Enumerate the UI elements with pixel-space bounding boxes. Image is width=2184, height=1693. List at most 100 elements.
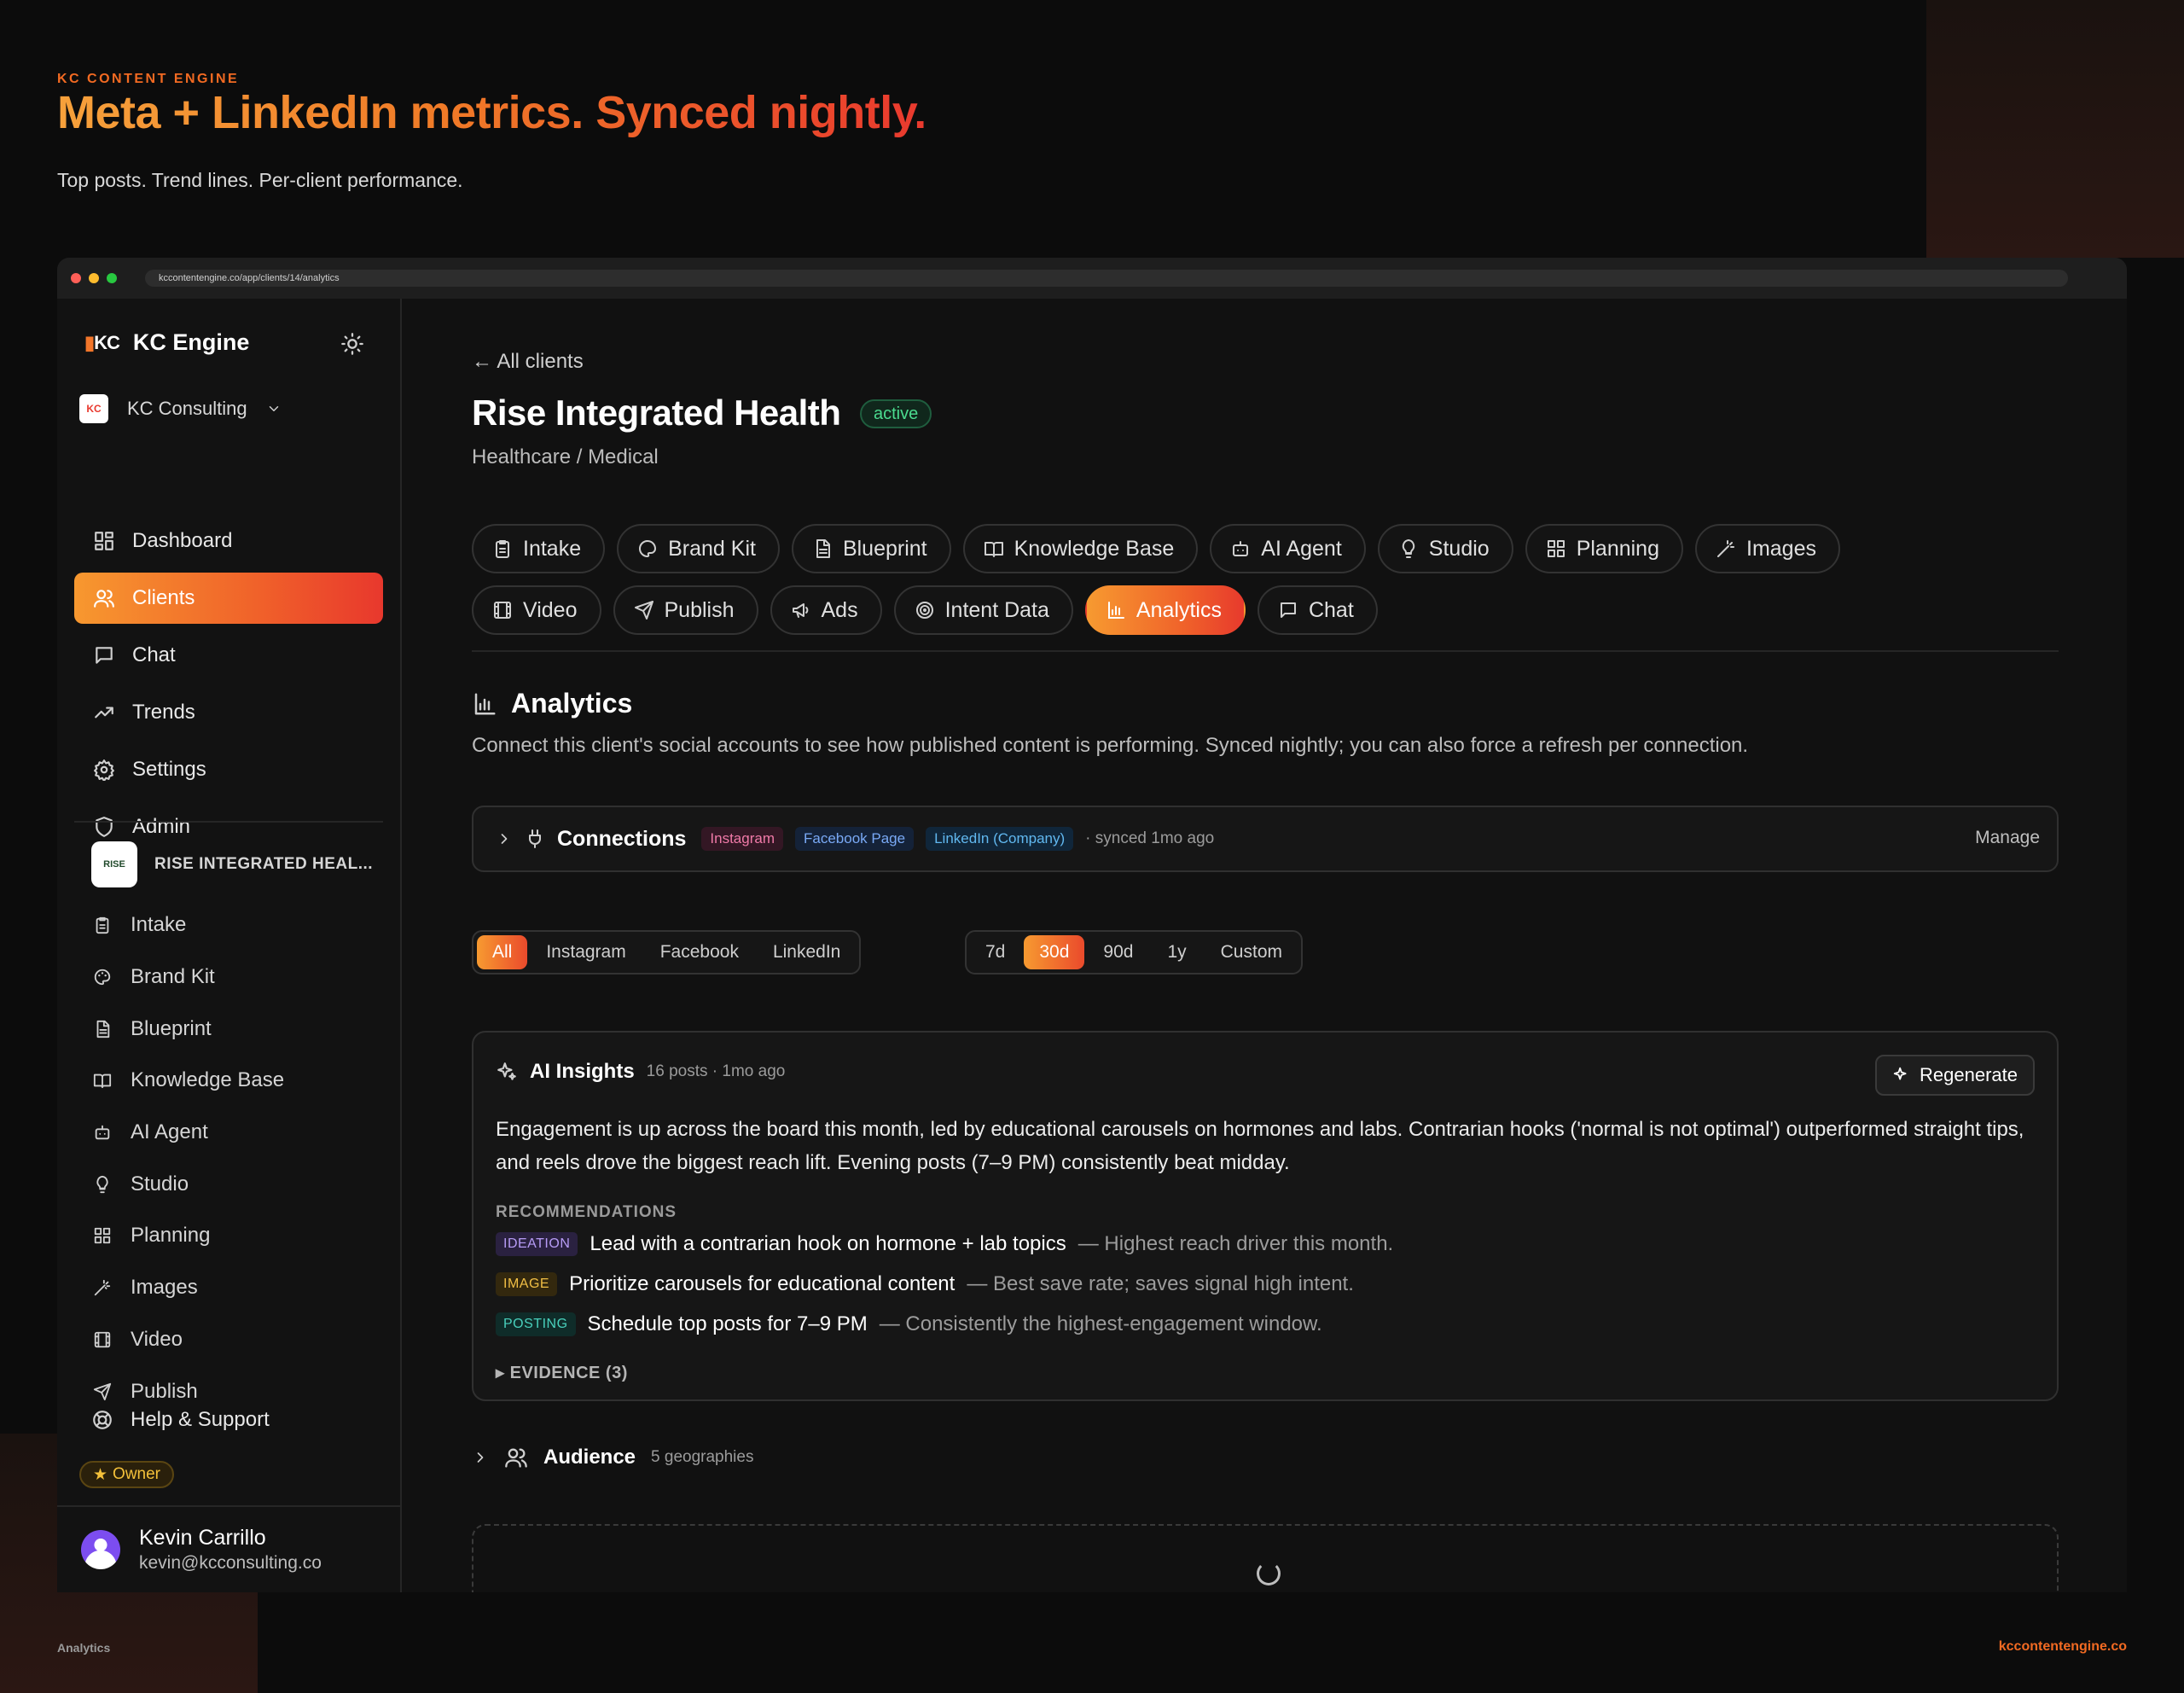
regenerate-button[interactable]: Regenerate (1875, 1055, 2035, 1096)
ai-insights-card: AI Insights 16 posts · 1mo ago Regenerat… (472, 1031, 2059, 1401)
tab-ai-agent[interactable]: AI Agent (1210, 524, 1366, 573)
maximize-dot[interactable] (107, 273, 117, 283)
page-title: Rise Integrated Health (472, 393, 841, 433)
users-icon (94, 590, 114, 608)
nav-item-clients[interactable]: Clients (74, 573, 383, 624)
book-icon (984, 542, 1003, 557)
client-nav: Intake Brand Kit Blueprint Knowledge Bas… (74, 899, 383, 1417)
palette-icon (94, 969, 111, 986)
insights-meta: 16 posts · 1mo ago (646, 1062, 786, 1080)
tab-blueprint[interactable]: Blueprint (791, 524, 951, 573)
client-nav-knowledge-base[interactable]: Knowledge Base (74, 1055, 383, 1107)
brand[interactable]: ▮KC KC Engine (84, 329, 249, 356)
user-email: kevin@kcconsulting.co (139, 1553, 322, 1573)
platform-option-instagram[interactable]: Instagram (531, 935, 641, 969)
nav-label: Dashboard (132, 529, 233, 552)
client-nav-blueprint[interactable]: Blueprint (74, 1003, 383, 1055)
client-nav-brand-kit[interactable]: Brand Kit (74, 951, 383, 1004)
client-switcher[interactable]: RISE RISE INTEGRATED HEAL... (91, 841, 373, 887)
grid-icon (94, 1228, 111, 1244)
footer-domain[interactable]: kccontentengine.co (1999, 1639, 2127, 1655)
tab-label: AI Agent (1261, 536, 1342, 561)
spinner-icon (1257, 1562, 1281, 1585)
section-description: Connect this client's social accounts to… (472, 734, 1749, 757)
client-nav-label: Brand Kit (131, 965, 215, 989)
platform-pill-facebook: Facebook Page (795, 827, 915, 851)
client-nav-intake[interactable]: Intake (74, 899, 383, 951)
nav-item-trends[interactable]: Trends (74, 687, 383, 738)
client-nav-label: Studio (131, 1172, 189, 1196)
tab-planning[interactable]: Planning (1525, 524, 1683, 573)
lifebuoy-icon (93, 1411, 112, 1429)
platform-option-linkedin[interactable]: LinkedIn (758, 935, 856, 969)
tab-ads[interactable]: Ads (770, 585, 882, 635)
platform-option-all[interactable]: All (477, 935, 528, 969)
tab-label: Publish (664, 597, 735, 622)
evidence-label: EVIDENCE (3) (509, 1364, 628, 1382)
org-logo: KC (79, 394, 108, 423)
megaphone-icon (792, 603, 808, 618)
nav-item-settings[interactable]: Settings (74, 744, 383, 795)
help-support-link[interactable]: Help & Support (91, 1408, 270, 1432)
page: KC CONTENT ENGINE Meta + LinkedIn metric… (0, 0, 2184, 1693)
connections-title: Connections (557, 826, 687, 851)
clipboard-icon (96, 917, 109, 934)
tab-chat[interactable]: Chat (1257, 585, 1378, 635)
tab-video[interactable]: Video (472, 585, 601, 635)
tab-intake[interactable]: Intake (472, 524, 606, 573)
trend-icon (95, 707, 113, 719)
minimize-dot[interactable] (89, 273, 99, 283)
brand-name: KC Engine (132, 329, 250, 355)
platform-pill-linkedin: LinkedIn (Company) (926, 827, 1074, 851)
range-option-7d[interactable]: 7d (970, 935, 1020, 969)
platform-option-facebook[interactable]: Facebook (645, 935, 754, 969)
nav-item-chat[interactable]: Chat (74, 630, 383, 681)
main-nav: Dashboard Clients Chat Trends Settings A… (74, 515, 383, 858)
tab-intent-data[interactable]: Intent Data (893, 585, 1073, 635)
connections-panel[interactable]: Connections Instagram Facebook Page Link… (472, 806, 2059, 872)
rec-title: Lead with a contrarian hook on hormone +… (590, 1232, 1066, 1255)
app-window: kccontentengine.co/app/clients/14/analyt… (57, 258, 2127, 1592)
range-option-30d[interactable]: 30d (1024, 935, 1085, 969)
sun-icon[interactable] (340, 332, 364, 356)
sparkles-icon (497, 1062, 516, 1080)
tab-analytics[interactable]: Analytics (1084, 585, 1246, 635)
loading-panel (472, 1524, 2059, 1592)
range-option-90d[interactable]: 90d (1088, 935, 1148, 969)
owner-label: Owner (113, 1465, 161, 1483)
range-option-custom[interactable]: Custom (1205, 935, 1298, 969)
address-bar[interactable]: kccontentengine.co/app/clients/14/analyt… (145, 270, 2068, 287)
client-nav-planning[interactable]: Planning (74, 1210, 383, 1262)
tab-publish[interactable]: Publish (613, 585, 758, 635)
tab-images[interactable]: Images (1695, 524, 1840, 573)
audience-section[interactable]: Audience 5 geographies (472, 1446, 753, 1469)
film-icon (94, 1331, 111, 1348)
nav-item-dashboard[interactable]: Dashboard (74, 515, 383, 567)
tab-knowledge-base[interactable]: Knowledge Base (962, 524, 1199, 573)
chat-icon (1280, 602, 1296, 618)
rec-desc: — Highest reach driver this month. (1077, 1232, 1394, 1255)
tab-studio[interactable]: Studio (1377, 524, 1513, 573)
tab-label: Studio (1428, 536, 1490, 561)
evidence-toggle[interactable]: ▸ EVIDENCE (3) (496, 1362, 628, 1383)
date-range-filter: 7d 30d 90d 1y Custom (965, 930, 1303, 974)
manage-connections-button[interactable]: Manage (1975, 828, 2040, 848)
back-link[interactable]: ← All clients (472, 350, 584, 374)
film-icon (494, 602, 511, 619)
client-nav-ai-agent[interactable]: AI Agent (74, 1107, 383, 1159)
footer-label: Analytics (57, 1641, 111, 1655)
tab-brand-kit[interactable]: Brand Kit (617, 524, 780, 573)
org-switcher[interactable]: KC KC Consulting (79, 394, 282, 423)
user-profile[interactable]: Kevin Carrillo kevin@kcconsulting.co (81, 1526, 322, 1574)
gear-icon (94, 759, 114, 781)
client-nav-label: AI Agent (131, 1120, 208, 1144)
recommendation-item: IMAGE Prioritize carousels for education… (496, 1272, 1354, 1296)
client-nav-studio[interactable]: Studio (74, 1158, 383, 1210)
bar-chart-icon (1107, 602, 1124, 619)
client-nav-video[interactable]: Video (74, 1314, 383, 1366)
range-option-1y[interactable]: 1y (1152, 935, 1201, 969)
close-dot[interactable] (71, 273, 81, 283)
client-nav-images[interactable]: Images (74, 1262, 383, 1314)
user-name: Kevin Carrillo (139, 1526, 266, 1550)
sidebar: ▮KC KC Engine KC KC Consulting Dashboard… (57, 299, 402, 1592)
